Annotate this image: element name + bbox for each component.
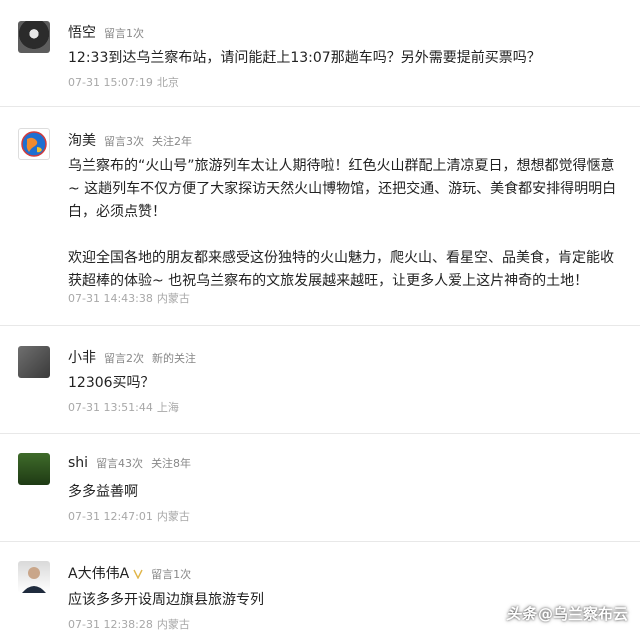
- comment-timestamp: 07-31 15:07:19 北京: [68, 76, 179, 89]
- user-avatar[interactable]: [18, 21, 50, 53]
- username[interactable]: 悟空: [68, 25, 96, 41]
- comment-item: 洵美 留言3次 关注2年 乌兰察布的“火山号”旅游列车太让人期待啦！红色火山群配上清…: [0, 107, 640, 326]
- comment-timestamp: 07-31 13:51:44 上海: [68, 401, 179, 414]
- comment-item: shi 留言43次 关注8年 多多益善啊 07-31 12:47:01 内蒙古: [0, 434, 640, 542]
- globe-avatar-icon: [21, 131, 47, 157]
- username[interactable]: 小非: [68, 350, 96, 366]
- comment-timestamp: 07-31 12:47:01 内蒙古: [68, 510, 190, 523]
- comment-location: 上海: [156, 401, 179, 414]
- comment-location: 内蒙古: [156, 510, 190, 523]
- comment-count: 留言2次: [104, 352, 144, 365]
- comment-item: 悟空 留言1次 12:33到达乌兰察布站，请问能赶上13:07那趟车吗？另外需要提…: [0, 0, 640, 107]
- person-avatar-icon: [22, 567, 46, 593]
- comment-text: 12306买吗？: [68, 375, 155, 391]
- comment-text: 12:33到达乌兰察布站，请问能赶上13:07那趟车吗？另外需要提前买票吗？: [68, 50, 541, 66]
- comment-location: 北京: [156, 76, 179, 89]
- username[interactable]: shi: [68, 455, 88, 471]
- username[interactable]: A大伟伟A: [68, 566, 129, 582]
- watermark: 头条 @乌兰察布云: [506, 603, 628, 624]
- comment-count: 留言1次: [151, 568, 192, 581]
- user-avatar[interactable]: [18, 128, 50, 160]
- toutiao-logo: 头条: [505, 605, 536, 623]
- user-avatar[interactable]: [18, 346, 50, 378]
- badge-icon: [133, 569, 143, 579]
- comment-count: 留言1次: [104, 27, 144, 40]
- comment-text: 多多益善啊: [68, 484, 138, 500]
- comment-location: 内蒙古: [156, 292, 190, 305]
- follow-duration: 新的关注: [152, 352, 196, 365]
- comment-count: 留言3次: [104, 135, 144, 148]
- user-avatar[interactable]: [18, 453, 50, 485]
- comment-text: 乌兰察布的“火山号”旅游列车太让人期待啦！红色火山群配上清凉夏日，想想都觉得惬意…: [68, 158, 617, 289]
- comment-location: 内蒙古: [156, 618, 190, 631]
- comment-count: 留言43次: [96, 457, 144, 470]
- user-avatar[interactable]: [18, 561, 50, 593]
- follow-duration: 关注2年: [152, 135, 192, 148]
- username[interactable]: 洵美: [68, 133, 96, 149]
- follow-duration: 关注8年: [151, 457, 192, 470]
- watermark-text: @乌兰察布云: [537, 605, 628, 623]
- comment-item: 小非 留言2次 新的关注 12306买吗？ 07-31 13:51:44 上海: [0, 326, 640, 434]
- comment-item: A大伟伟A 留言1次 应该多多开设周边旗县旅游专列 07-31 12:38:28 内…: [0, 542, 640, 640]
- comment-timestamp: 07-31 14:43:38 内蒙古: [68, 292, 190, 305]
- comment-timestamp: 07-31 12:38:28 内蒙古: [68, 618, 190, 631]
